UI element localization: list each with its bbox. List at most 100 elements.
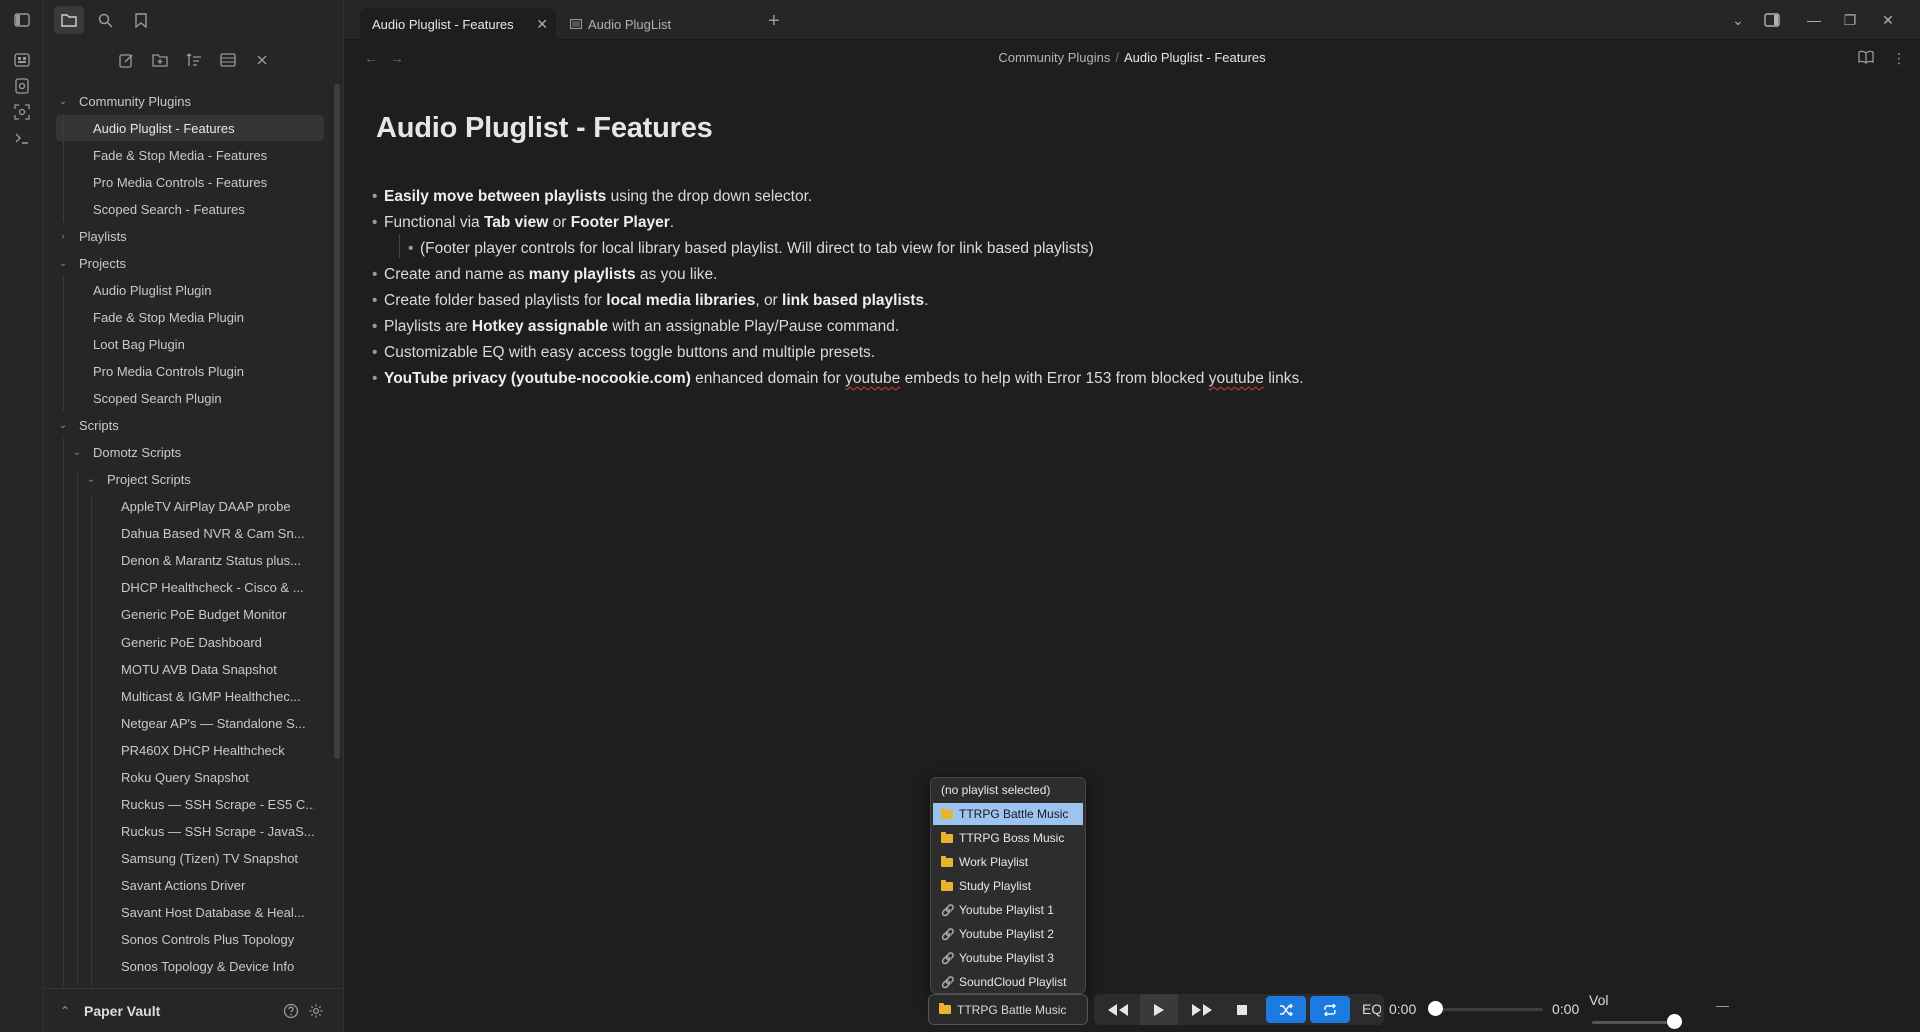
chevron-down-icon[interactable]: ⌄ [85, 474, 97, 486]
text-run: Functional via [384, 214, 484, 231]
files-icon[interactable] [54, 6, 84, 34]
right-sidebar-toggle-icon[interactable] [1758, 8, 1786, 32]
close-tab-icon[interactable]: ✕ [536, 16, 548, 33]
tree-file[interactable]: Fade & Stop Media - Features [93, 142, 314, 168]
tree-file[interactable]: AppleTV AirPlay DAAP probe [121, 494, 314, 520]
tree-file[interactable]: Savant Actions Driver [121, 872, 314, 898]
minimize-icon[interactable]: — [1800, 8, 1828, 32]
playlist-option[interactable]: TTRPG Boss Music [933, 827, 1083, 849]
tree-file[interactable]: Scoped Search - Features [93, 196, 314, 222]
text-run: with an assignable Play/Pause command. [607, 318, 900, 335]
shuffle-button[interactable] [1266, 996, 1306, 1023]
tree-file[interactable]: Sonos Topology & Snapshot [121, 981, 314, 986]
reading-mode-icon[interactable] [1858, 50, 1874, 67]
tree-file[interactable]: Loot Bag Plugin [93, 331, 314, 357]
tree-file[interactable]: PR460X DHCP Healthcheck [121, 737, 314, 763]
play-button[interactable] [1140, 994, 1178, 1025]
chevron-down-icon[interactable]: ⌄ [71, 447, 83, 459]
tree-file[interactable]: Ruckus — SSH Scrape - ES5 C... [121, 791, 314, 817]
feature-bullet: • Playlists are Hotkey assignable with an… [372, 316, 900, 338]
tree-file[interactable]: Pro Media Controls - Features [93, 169, 314, 195]
tree-folder[interactable]: Domotz Scripts [93, 440, 314, 466]
tree-file[interactable]: Audio Pluglist Plugin [93, 277, 314, 303]
collapse-icon[interactable] [215, 48, 241, 72]
graph-view-icon[interactable] [11, 49, 33, 71]
next-track-button[interactable] [1182, 994, 1222, 1025]
tree-file[interactable]: Fade & Stop Media Plugin [93, 304, 314, 330]
previous-track-button[interactable] [1098, 994, 1138, 1025]
link-icon: 🔗 [941, 904, 955, 917]
repeat-button[interactable] [1310, 996, 1350, 1023]
tree-file[interactable]: Roku Query Snapshot [121, 764, 314, 790]
tree-file[interactable]: Ruckus — SSH Scrape - JavaS... [121, 818, 314, 844]
close-icon[interactable] [249, 48, 275, 72]
tree-file[interactable]: Savant Host Database & Heal... [121, 900, 314, 926]
tree-folder[interactable]: Project Scripts [107, 467, 314, 493]
breadcrumb-current[interactable]: Audio Pluglist - Features [1124, 50, 1266, 65]
playlist-option[interactable]: (no playlist selected) [933, 779, 1083, 801]
playlist-select[interactable]: TTRPG Battle Music [928, 994, 1088, 1025]
new-folder-icon[interactable] [147, 48, 173, 72]
link-icon: 🔗 [941, 952, 955, 965]
playlist-option[interactable]: TTRPG Battle Music [933, 803, 1083, 825]
vault-switcher[interactable]: ⌃ Paper Vault [44, 988, 344, 1032]
tree-file[interactable]: Samsung (Tizen) TV Snapshot [121, 845, 314, 871]
tree-file[interactable]: Generic PoE Dashboard [121, 629, 314, 655]
window-close-icon[interactable]: ✕ [1874, 8, 1902, 32]
new-tab-icon[interactable]: + [768, 10, 780, 33]
chevron-up-down-icon[interactable]: ⌃ [60, 1004, 70, 1018]
playlist-option[interactable]: 🔗 SoundCloud Playlist [933, 971, 1083, 993]
bases-icon[interactable] [11, 101, 33, 123]
playlist-option[interactable]: 🔗 Youtube Playlist 1 [933, 899, 1083, 921]
tree-folder[interactable]: Community Plugins [79, 88, 314, 114]
breadcrumb-parent[interactable]: Community Plugins [998, 50, 1110, 65]
bookmark-icon[interactable] [126, 6, 156, 34]
playlist-dropdown[interactable]: (no playlist selected) TTRPG Battle Music… [930, 777, 1086, 994]
tree-file[interactable]: Sonos Topology & Device Info [121, 954, 314, 980]
playlist-option[interactable]: Study Playlist [933, 875, 1083, 897]
canvas-icon[interactable] [11, 75, 33, 97]
settings-gear-icon[interactable] [306, 1001, 326, 1021]
terminal-icon[interactable] [11, 127, 33, 149]
help-icon[interactable] [281, 1001, 301, 1021]
tree-file[interactable]: Pro Media Controls Plugin [93, 359, 314, 385]
playlist-option-label: SoundCloud Playlist [959, 975, 1067, 989]
seek-thumb[interactable] [1428, 1001, 1443, 1016]
tree-file[interactable]: Sonos Controls Plus Topology [121, 927, 314, 953]
tree-file[interactable]: Audio Pluglist - Features [56, 115, 324, 142]
chevron-down-icon[interactable]: ⌄ [57, 420, 69, 432]
restore-icon[interactable]: ❐ [1836, 8, 1864, 32]
tree-folder[interactable]: Scripts [79, 413, 314, 439]
sidebar-toggle-icon[interactable] [11, 9, 33, 31]
chevron-down-icon[interactable]: ⌄ [1724, 8, 1752, 32]
eq-button[interactable]: EQ [1362, 1001, 1381, 1017]
tree-file[interactable]: Generic PoE Budget Monitor [121, 602, 314, 628]
search-icon[interactable] [90, 6, 120, 34]
tree-file[interactable]: MOTU AVB Data Snapshot [121, 656, 314, 682]
volume-thumb[interactable] [1666, 1014, 1682, 1029]
tree-folder[interactable]: Playlists [79, 223, 314, 249]
tree-file[interactable]: Multicast & IGMP Healthchec... [121, 683, 314, 709]
tab-audio-pluglist[interactable]: Audio PlugList [558, 8, 758, 40]
tree-file[interactable]: Denon & Marantz Status plus... [121, 548, 314, 574]
playlist-option[interactable]: Work Playlist [933, 851, 1083, 873]
new-note-icon[interactable] [113, 48, 139, 72]
vault-name[interactable]: Paper Vault [84, 1003, 160, 1019]
tree-folder[interactable]: Projects [79, 250, 314, 276]
playlist-option[interactable]: 🔗 Youtube Playlist 3 [933, 947, 1083, 969]
playlist-option[interactable]: 🔗 Youtube Playlist 2 [933, 923, 1083, 945]
seek-bar[interactable] [1435, 1008, 1543, 1011]
sidebar-scrollbar[interactable] [334, 84, 340, 759]
sort-icon[interactable] [181, 48, 207, 72]
tree-file[interactable]: DHCP Healthcheck - Cisco & ... [121, 575, 314, 601]
chevron-down-icon[interactable]: ⌄ [57, 95, 69, 107]
volume-minimize-button[interactable]: — [1716, 998, 1729, 1013]
tree-file[interactable]: Netgear AP's — Standalone S... [121, 710, 314, 736]
chevron-right-icon[interactable]: › [57, 230, 69, 242]
tree-file[interactable]: Scoped Search Plugin [93, 386, 314, 412]
more-options-icon[interactable]: ⋮ [1892, 50, 1906, 67]
tree-file[interactable]: Dahua Based NVR & Cam Sn... [121, 521, 314, 547]
tab-audio-pluglist-features[interactable]: Audio Pluglist - Features ✕ [360, 8, 556, 40]
chevron-down-icon[interactable]: ⌄ [57, 257, 69, 269]
stop-button[interactable] [1224, 994, 1260, 1025]
